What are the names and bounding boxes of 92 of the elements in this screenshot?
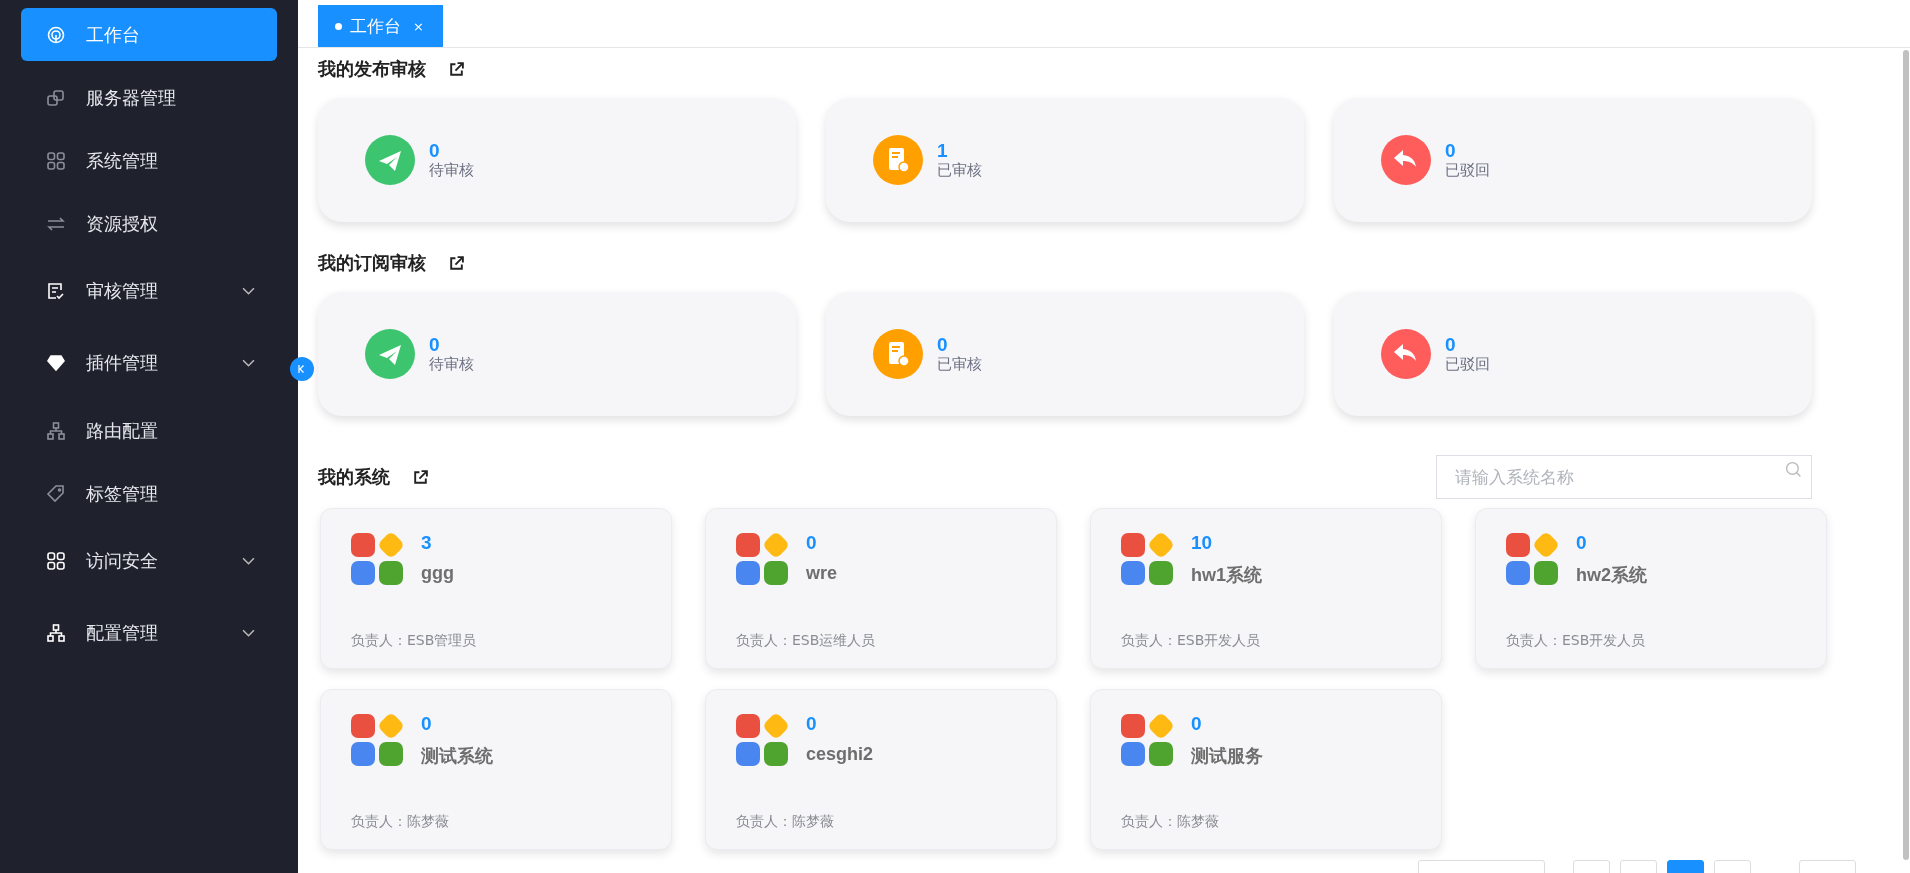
chevron-down-icon bbox=[242, 628, 255, 638]
grid-icon bbox=[46, 551, 66, 571]
stat-card[interactable]: 0 已审核 bbox=[826, 292, 1304, 416]
owner-text: 负责人：ESB开发人员 bbox=[1121, 632, 1262, 650]
menu-item[interactable]: 资源授权 bbox=[21, 197, 277, 250]
paper-plane-icon bbox=[365, 329, 415, 379]
scrollbar[interactable] bbox=[1903, 50, 1909, 860]
chevron-down-icon bbox=[242, 556, 255, 566]
collapse-button[interactable] bbox=[290, 357, 314, 381]
search-icon bbox=[1785, 461, 1802, 478]
owner-text: 负责人：陈梦薇 bbox=[351, 813, 450, 831]
external-link-icon[interactable] bbox=[412, 468, 429, 486]
stat-label: 已审核 bbox=[937, 354, 982, 374]
owner-text: 负责人：陈梦薇 bbox=[1121, 813, 1220, 831]
squares-icon bbox=[46, 87, 66, 108]
system-count: 0 bbox=[421, 714, 433, 734]
stat-count: 0 bbox=[1445, 140, 1457, 161]
app-logo-icon bbox=[351, 714, 403, 766]
app-logo-icon bbox=[1506, 533, 1558, 585]
system-name: 测试服务 bbox=[1191, 745, 1263, 768]
menu-item[interactable]: 标签管理 bbox=[21, 467, 277, 520]
system-card[interactable]: 0 测试服务 负责人：陈梦薇 bbox=[1090, 689, 1442, 850]
system-count: 0 bbox=[806, 533, 818, 553]
app-logo-icon bbox=[736, 533, 788, 585]
collapse-arrow-icon bbox=[297, 364, 307, 374]
stat-label: 已驳回 bbox=[1445, 354, 1490, 374]
search-field[interactable]: 请输入系统名称 bbox=[1436, 455, 1812, 499]
menu-item[interactable]: 配置管理 bbox=[21, 602, 277, 664]
diamond-icon bbox=[46, 353, 66, 373]
checklist-icon bbox=[46, 281, 66, 301]
system-count: 0 bbox=[1576, 533, 1588, 553]
page-tab[interactable]: 工作台 × bbox=[318, 5, 443, 47]
menu-item[interactable]: 系统管理 bbox=[21, 134, 277, 187]
system-name: wre bbox=[806, 563, 838, 584]
menu-item[interactable]: 访问安全 bbox=[21, 530, 277, 592]
system-name: ggg bbox=[421, 563, 454, 584]
grid-icon bbox=[46, 150, 66, 171]
stat-count: 0 bbox=[429, 140, 441, 161]
menu-item[interactable]: 工作台 bbox=[21, 8, 277, 61]
external-link-icon[interactable] bbox=[448, 60, 465, 78]
paper-plane-icon bbox=[365, 135, 415, 185]
stat-card[interactable]: 1 已审核 bbox=[826, 98, 1304, 222]
menu-item[interactable]: 审核管理 bbox=[21, 260, 277, 322]
owner-text: 负责人：ESB开发人员 bbox=[1506, 632, 1647, 650]
stat-label: 已驳回 bbox=[1445, 160, 1490, 180]
system-card[interactable]: 0 wre 负责人：ESB运维人员 bbox=[705, 508, 1057, 669]
document-clock-icon bbox=[873, 329, 923, 379]
stat-card[interactable]: 0 已驳回 bbox=[1334, 98, 1812, 222]
owner-text: 负责人：ESB管理员 bbox=[351, 632, 478, 650]
system-name: cesghi2 bbox=[806, 744, 874, 765]
system-count: 10 bbox=[1191, 533, 1214, 553]
stat-card[interactable]: 0 待审核 bbox=[318, 292, 796, 416]
hierarchy-icon bbox=[46, 623, 66, 643]
system-count: 0 bbox=[1191, 714, 1203, 734]
stat-count: 0 bbox=[937, 334, 949, 355]
broadcast-icon bbox=[46, 24, 66, 45]
system-count: 0 bbox=[806, 714, 818, 734]
system-card[interactable]: 3 ggg 负责人：ESB管理员 bbox=[320, 508, 672, 669]
owner-text: 负责人：ESB运维人员 bbox=[736, 632, 877, 650]
chevron-down-icon bbox=[242, 358, 255, 368]
system-name: hw2系统 bbox=[1576, 564, 1647, 587]
system-count: 3 bbox=[421, 533, 433, 553]
document-clock-icon bbox=[873, 135, 923, 185]
system-name: hw1系统 bbox=[1191, 564, 1262, 587]
stat-count: 0 bbox=[1445, 334, 1457, 355]
menu-item[interactable]: 插件管理 bbox=[21, 332, 277, 394]
stat-card[interactable]: 0 已驳回 bbox=[1334, 292, 1812, 416]
stat-label: 已审核 bbox=[937, 160, 982, 180]
app-logo-icon bbox=[736, 714, 788, 766]
menu-item[interactable]: 路由配置 bbox=[21, 404, 277, 457]
external-link-icon[interactable] bbox=[448, 254, 465, 272]
section-title: 我的系统 bbox=[318, 465, 390, 489]
system-name: 测试系统 bbox=[421, 745, 493, 768]
app-logo-icon bbox=[1121, 533, 1173, 585]
chevron-down-icon bbox=[242, 286, 255, 296]
system-card[interactable]: 0 hw2系统 负责人：ESB开发人员 bbox=[1475, 508, 1827, 669]
tag-icon bbox=[46, 483, 66, 504]
stat-label: 待审核 bbox=[429, 354, 474, 374]
stat-count: 1 bbox=[937, 140, 949, 161]
owner-text: 负责人：陈梦薇 bbox=[736, 813, 835, 831]
system-card[interactable]: 0 cesghi2 负责人：陈梦薇 bbox=[705, 689, 1057, 850]
menu-item[interactable]: 服务器管理 bbox=[21, 71, 277, 124]
stat-card[interactable]: 0 待审核 bbox=[318, 98, 796, 222]
section-title: 我的订阅审核 bbox=[318, 251, 426, 275]
app-logo-icon bbox=[351, 533, 403, 585]
stat-count: 0 bbox=[429, 334, 441, 355]
system-card[interactable]: 0 测试系统 负责人：陈梦薇 bbox=[320, 689, 672, 850]
system-card[interactable]: 10 hw1系统 负责人：ESB开发人员 bbox=[1090, 508, 1442, 669]
app-logo-icon bbox=[1121, 714, 1173, 766]
section-title: 我的发布审核 bbox=[318, 57, 426, 81]
hierarchy-icon bbox=[46, 420, 66, 441]
stat-label: 待审核 bbox=[429, 160, 474, 180]
